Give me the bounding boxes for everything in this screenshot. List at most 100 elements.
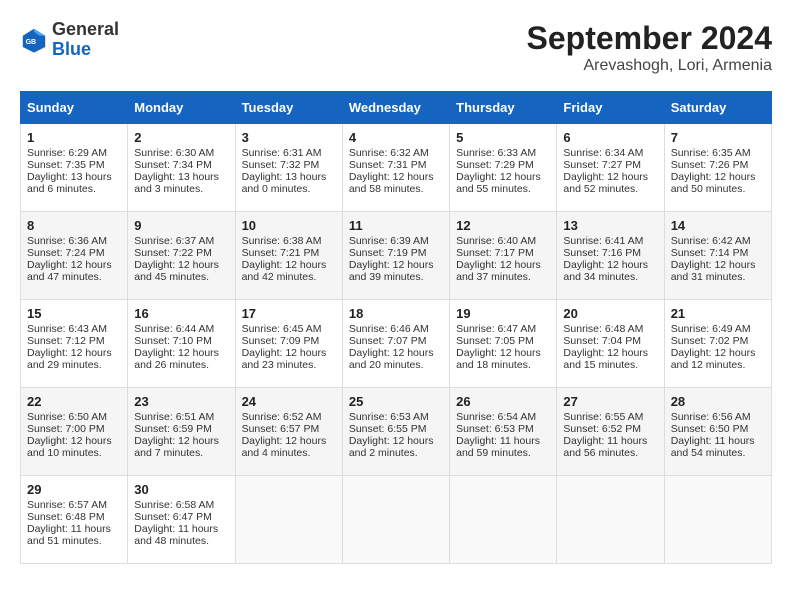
day-info-line: Daylight: 13 hours xyxy=(27,171,121,183)
day-info-line: Daylight: 11 hours xyxy=(27,523,121,535)
day-number: 15 xyxy=(27,306,121,321)
day-info-line: Sunset: 7:00 PM xyxy=(27,423,121,435)
day-number: 29 xyxy=(27,482,121,497)
day-info-line: and 54 minutes. xyxy=(671,447,765,459)
day-info-line: Sunset: 6:50 PM xyxy=(671,423,765,435)
calendar-cell: 27Sunrise: 6:55 AMSunset: 6:52 PMDayligh… xyxy=(557,388,664,476)
day-number: 24 xyxy=(242,394,336,409)
calendar-cell xyxy=(664,476,771,564)
day-info-line: Sunrise: 6:40 AM xyxy=(456,235,550,247)
day-info-line: Sunrise: 6:55 AM xyxy=(563,411,657,423)
calendar-cell: 29Sunrise: 6:57 AMSunset: 6:48 PMDayligh… xyxy=(21,476,128,564)
day-info-line: Daylight: 12 hours xyxy=(671,347,765,359)
col-header-tuesday: Tuesday xyxy=(235,92,342,124)
day-number: 17 xyxy=(242,306,336,321)
calendar-cell: 15Sunrise: 6:43 AMSunset: 7:12 PMDayligh… xyxy=(21,300,128,388)
day-number: 12 xyxy=(456,218,550,233)
day-info-line: Sunrise: 6:54 AM xyxy=(456,411,550,423)
day-info-line: Daylight: 12 hours xyxy=(242,347,336,359)
day-info-line: and 3 minutes. xyxy=(134,183,228,195)
col-header-sunday: Sunday xyxy=(21,92,128,124)
day-info-line: Sunrise: 6:43 AM xyxy=(27,323,121,335)
day-number: 16 xyxy=(134,306,228,321)
day-number: 3 xyxy=(242,130,336,145)
day-info-line: Daylight: 12 hours xyxy=(456,347,550,359)
day-number: 20 xyxy=(563,306,657,321)
col-header-saturday: Saturday xyxy=(664,92,771,124)
day-info-line: Sunset: 7:26 PM xyxy=(671,159,765,171)
day-number: 27 xyxy=(563,394,657,409)
calendar-cell: 19Sunrise: 6:47 AMSunset: 7:05 PMDayligh… xyxy=(450,300,557,388)
day-info-line: Sunrise: 6:35 AM xyxy=(671,147,765,159)
day-info-line: Sunrise: 6:37 AM xyxy=(134,235,228,247)
day-info-line: Daylight: 12 hours xyxy=(563,259,657,271)
day-info-line: and 56 minutes. xyxy=(563,447,657,459)
day-info-line: and 2 minutes. xyxy=(349,447,443,459)
day-info-line: and 10 minutes. xyxy=(27,447,121,459)
day-info-line: and 34 minutes. xyxy=(563,271,657,283)
day-number: 30 xyxy=(134,482,228,497)
day-info-line: Sunset: 7:14 PM xyxy=(671,247,765,259)
day-info-line: Sunrise: 6:42 AM xyxy=(671,235,765,247)
day-info-line: Daylight: 12 hours xyxy=(349,435,443,447)
day-info-line: and 58 minutes. xyxy=(349,183,443,195)
col-header-thursday: Thursday xyxy=(450,92,557,124)
day-info-line: Sunset: 7:21 PM xyxy=(242,247,336,259)
day-info-line: Sunrise: 6:30 AM xyxy=(134,147,228,159)
calendar-cell: 4Sunrise: 6:32 AMSunset: 7:31 PMDaylight… xyxy=(342,124,449,212)
day-info-line: Sunrise: 6:57 AM xyxy=(27,499,121,511)
col-header-wednesday: Wednesday xyxy=(342,92,449,124)
calendar-cell: 8Sunrise: 6:36 AMSunset: 7:24 PMDaylight… xyxy=(21,212,128,300)
page-header: GB General Blue September 2024 Arevashog… xyxy=(20,20,772,75)
day-info-line: Daylight: 12 hours xyxy=(671,259,765,271)
day-info-line: Sunrise: 6:58 AM xyxy=(134,499,228,511)
day-info-line: Sunrise: 6:46 AM xyxy=(349,323,443,335)
calendar-cell: 30Sunrise: 6:58 AMSunset: 6:47 PMDayligh… xyxy=(128,476,235,564)
calendar-cell: 28Sunrise: 6:56 AMSunset: 6:50 PMDayligh… xyxy=(664,388,771,476)
day-info-line: and 59 minutes. xyxy=(456,447,550,459)
day-info-line: Sunrise: 6:47 AM xyxy=(456,323,550,335)
day-info-line: Sunset: 7:27 PM xyxy=(563,159,657,171)
day-info-line: and 12 minutes. xyxy=(671,359,765,371)
day-info-line: Daylight: 12 hours xyxy=(349,171,443,183)
day-number: 5 xyxy=(456,130,550,145)
day-info-line: Sunset: 6:55 PM xyxy=(349,423,443,435)
day-info-line: Daylight: 12 hours xyxy=(134,435,228,447)
day-info-line: Sunrise: 6:38 AM xyxy=(242,235,336,247)
day-info-line: Sunrise: 6:29 AM xyxy=(27,147,121,159)
day-number: 19 xyxy=(456,306,550,321)
day-info-line: and 45 minutes. xyxy=(134,271,228,283)
day-info-line: Daylight: 11 hours xyxy=(134,523,228,535)
day-info-line: Sunset: 6:53 PM xyxy=(456,423,550,435)
day-info-line: Daylight: 12 hours xyxy=(671,171,765,183)
day-info-line: and 47 minutes. xyxy=(27,271,121,283)
day-info-line: and 42 minutes. xyxy=(242,271,336,283)
day-info-line: Sunrise: 6:44 AM xyxy=(134,323,228,335)
day-info-line: Sunrise: 6:53 AM xyxy=(349,411,443,423)
day-info-line: Sunset: 7:07 PM xyxy=(349,335,443,347)
day-info-line: Sunset: 7:09 PM xyxy=(242,335,336,347)
day-number: 21 xyxy=(671,306,765,321)
day-info-line: and 6 minutes. xyxy=(27,183,121,195)
calendar-cell: 11Sunrise: 6:39 AMSunset: 7:19 PMDayligh… xyxy=(342,212,449,300)
day-info-line: Sunset: 6:57 PM xyxy=(242,423,336,435)
day-number: 26 xyxy=(456,394,550,409)
day-number: 9 xyxy=(134,218,228,233)
day-info-line: Sunrise: 6:32 AM xyxy=(349,147,443,159)
day-number: 6 xyxy=(563,130,657,145)
day-info-line: and 15 minutes. xyxy=(563,359,657,371)
day-info-line: and 29 minutes. xyxy=(27,359,121,371)
day-info-line: Sunset: 6:59 PM xyxy=(134,423,228,435)
day-info-line: Sunset: 7:19 PM xyxy=(349,247,443,259)
day-info-line: Daylight: 12 hours xyxy=(563,171,657,183)
day-info-line: Sunrise: 6:36 AM xyxy=(27,235,121,247)
day-info-line: Sunrise: 6:56 AM xyxy=(671,411,765,423)
day-info-line: and 52 minutes. xyxy=(563,183,657,195)
day-info-line: Daylight: 11 hours xyxy=(563,435,657,447)
day-info-line: Sunrise: 6:51 AM xyxy=(134,411,228,423)
calendar-cell: 12Sunrise: 6:40 AMSunset: 7:17 PMDayligh… xyxy=(450,212,557,300)
day-number: 10 xyxy=(242,218,336,233)
calendar-cell: 18Sunrise: 6:46 AMSunset: 7:07 PMDayligh… xyxy=(342,300,449,388)
col-header-monday: Monday xyxy=(128,92,235,124)
title-block: September 2024 Arevashogh, Lori, Armenia xyxy=(527,20,772,75)
